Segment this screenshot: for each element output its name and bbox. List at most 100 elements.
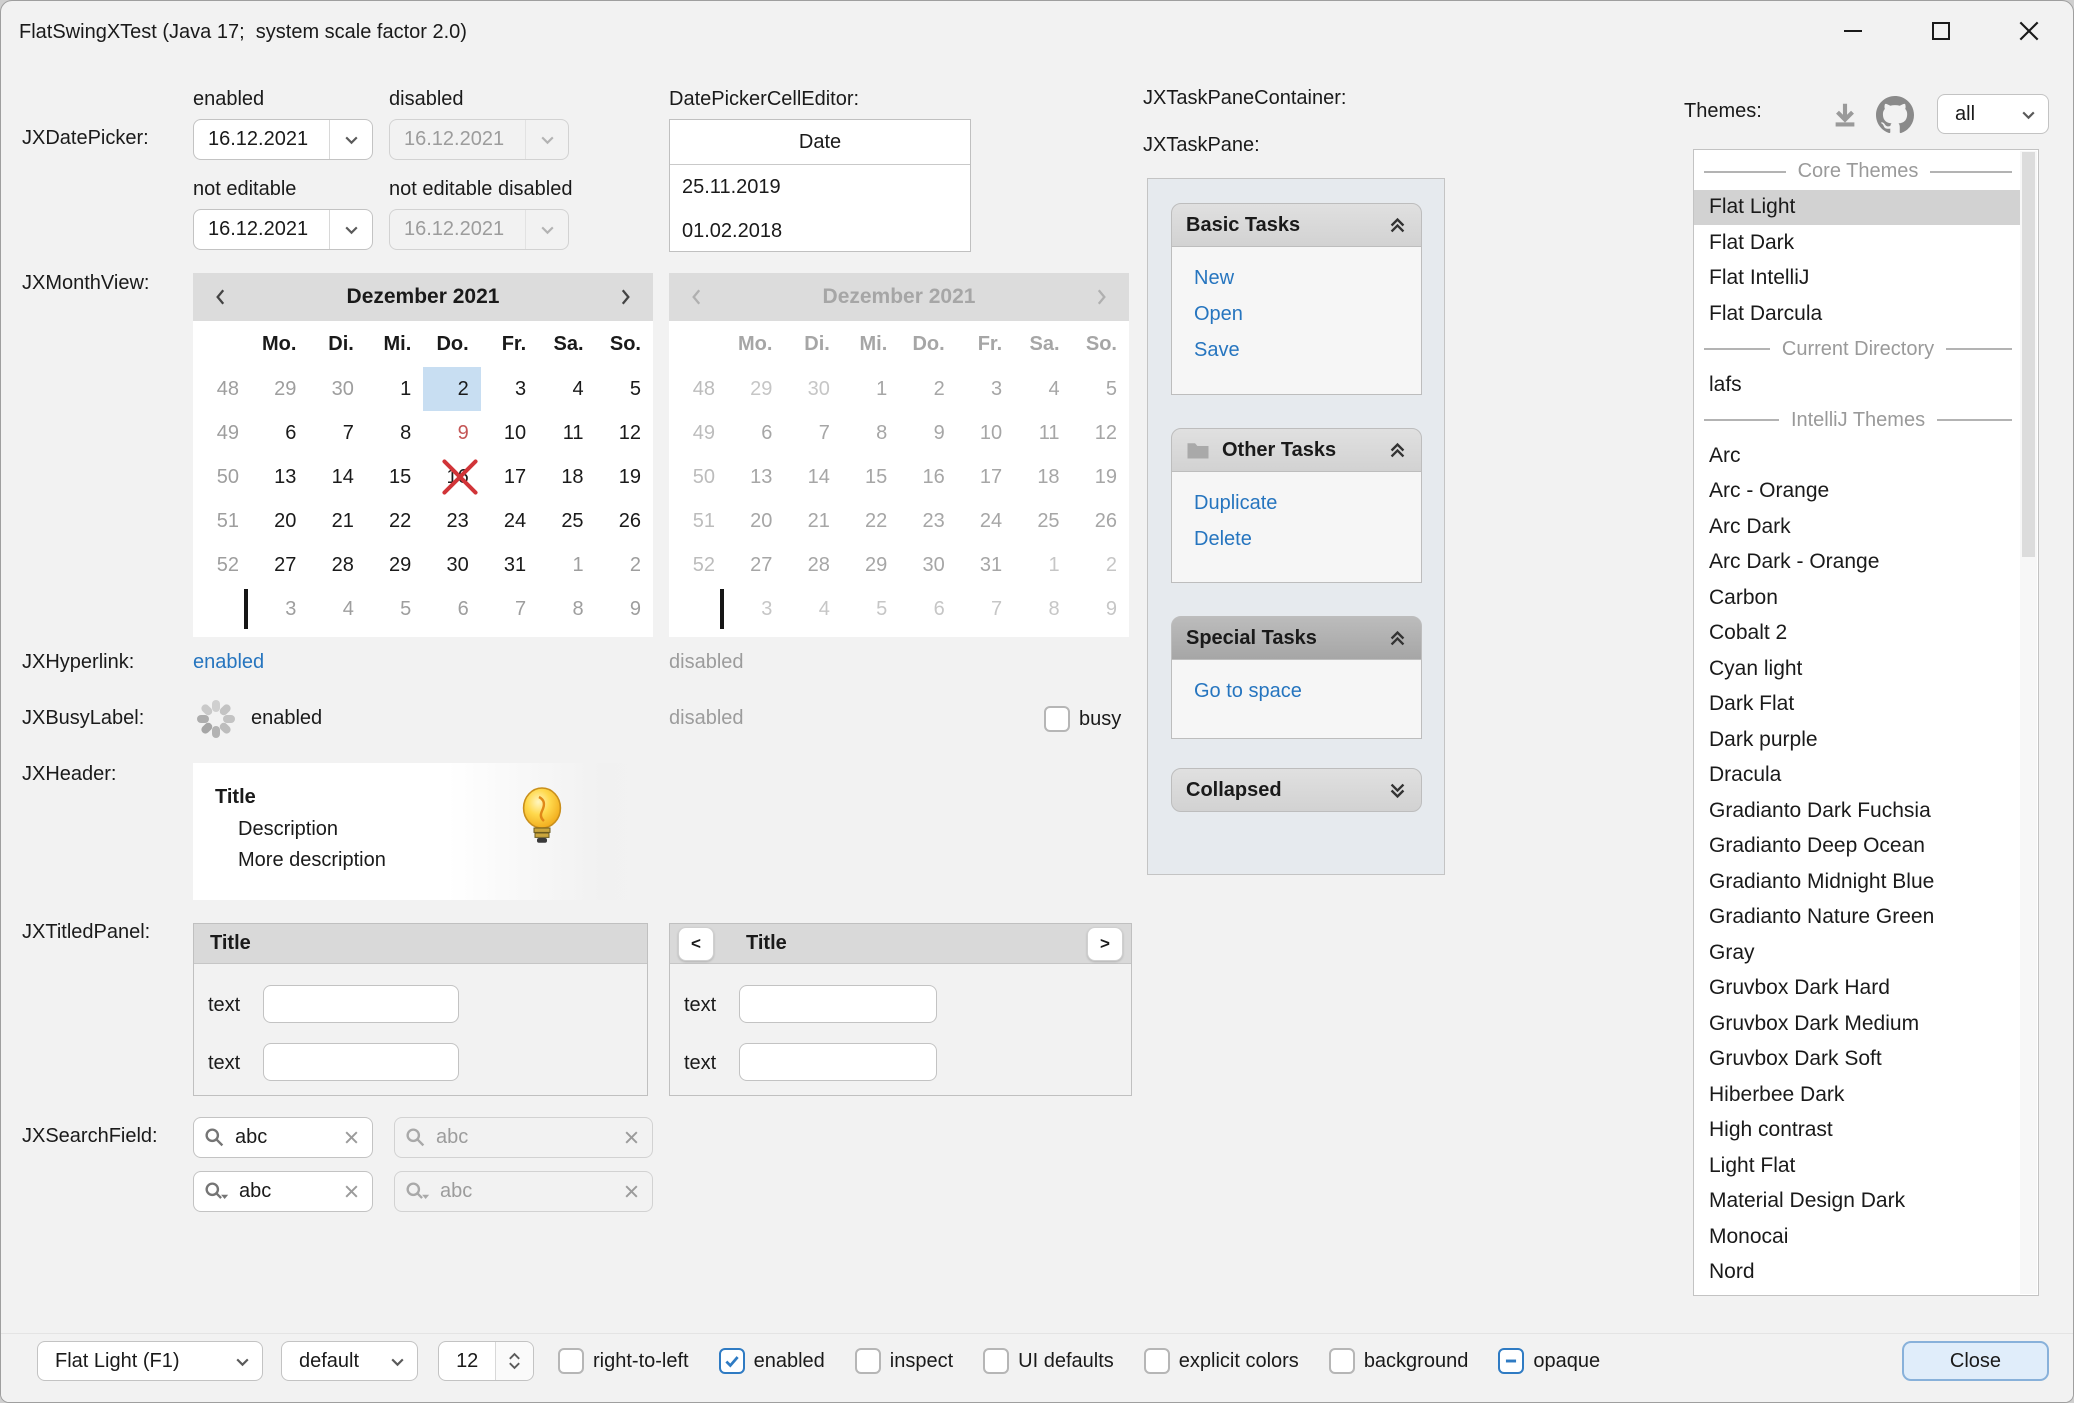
theme-item-gruvbox-dark-soft[interactable]: Gruvbox Dark Soft	[1694, 1042, 2022, 1078]
table-row[interactable]: 25.11.2019	[670, 165, 970, 209]
day-cell[interactable]: 26	[596, 499, 653, 543]
day-cell[interactable]: 5	[596, 367, 653, 411]
unchecked-checkbox[interactable]	[1329, 1348, 1355, 1374]
day-cell[interactable]: 1	[538, 543, 595, 587]
theme-item-arc-dark-orange[interactable]: Arc Dark - Orange	[1694, 545, 2022, 581]
theme-item-light-flat[interactable]: Light Flat	[1694, 1148, 2022, 1184]
theme-item-gradianto-deep-ocean[interactable]: Gradianto Deep Ocean	[1694, 829, 2022, 865]
day-cell[interactable]: 16	[423, 455, 480, 499]
indeterminate-checkbox[interactable]	[1498, 1348, 1524, 1374]
date-table-header[interactable]: Date	[670, 120, 970, 165]
day-cell[interactable]: 14	[308, 455, 365, 499]
day-cell[interactable]: 18	[538, 455, 595, 499]
theme-item-flat-darcula[interactable]: Flat Darcula	[1694, 296, 2022, 332]
checkbox-explicit-colors[interactable]: explicit colors	[1144, 1348, 1299, 1374]
day-cell[interactable]: 8	[538, 587, 595, 631]
taskpane-header-collapsed[interactable]: Collapsed	[1171, 768, 1422, 812]
theme-item-gruvbox-dark-hard[interactable]: Gruvbox Dark Hard	[1694, 971, 2022, 1007]
datepicker-enabled[interactable]: 16.12.2021	[193, 119, 373, 160]
day-cell[interactable]: 7	[308, 411, 365, 455]
chevron-down-icon[interactable]	[329, 120, 372, 159]
day-cell[interactable]: 9	[596, 587, 653, 631]
text-input[interactable]	[739, 1043, 937, 1081]
scrollbar[interactable]	[2020, 151, 2037, 1294]
taskpane-header-other-tasks[interactable]: Other Tasks	[1171, 428, 1422, 472]
day-cell[interactable]: 2	[423, 367, 480, 411]
day-cell[interactable]: 30	[423, 543, 480, 587]
task-link-new[interactable]: New	[1194, 267, 1421, 303]
maximize-button[interactable]	[1912, 9, 1970, 53]
theme-item-high-contrast[interactable]: High contrast	[1694, 1113, 2022, 1149]
day-cell[interactable]: 13	[251, 455, 308, 499]
day-cell[interactable]: 6	[251, 411, 308, 455]
download-icon[interactable]	[1825, 95, 1865, 135]
day-cell[interactable]: 2	[596, 543, 653, 587]
day-cell[interactable]: 24	[481, 499, 538, 543]
day-cell[interactable]: 7	[481, 587, 538, 631]
searchfield-enabled[interactable]: abc	[193, 1117, 373, 1158]
theme-item-arc-orange[interactable]: Arc - Orange	[1694, 474, 2022, 510]
day-cell[interactable]: 4	[538, 367, 595, 411]
day-cell[interactable]: 20	[251, 499, 308, 543]
day-cell[interactable]: 3	[481, 367, 538, 411]
theme-item-arc[interactable]: Arc	[1694, 438, 2022, 474]
task-link-save[interactable]: Save	[1194, 339, 1421, 375]
day-cell[interactable]: 11	[538, 411, 595, 455]
theme-item-cobalt-2[interactable]: Cobalt 2	[1694, 616, 2022, 652]
theme-item-flat-light[interactable]: Flat Light	[1694, 190, 2022, 226]
checkbox-busy[interactable]: busy	[1044, 706, 1121, 732]
datepicker-value[interactable]: 16.12.2021	[194, 218, 329, 241]
day-cell[interactable]: 30	[308, 367, 365, 411]
scrollbar-thumb[interactable]	[2022, 152, 2035, 557]
github-icon[interactable]	[1873, 93, 1917, 137]
font-size-spinner[interactable]: 12	[438, 1341, 534, 1381]
task-link-go-to-space[interactable]: Go to space	[1194, 680, 1421, 716]
chevron-down-icon[interactable]	[329, 210, 372, 249]
checked-checkbox[interactable]	[719, 1348, 745, 1374]
day-cell[interactable]: 1	[366, 367, 423, 411]
day-cell[interactable]: 17	[481, 455, 538, 499]
spinner-value[interactable]: 12	[439, 1342, 495, 1380]
table-row[interactable]: 01.02.2018	[670, 209, 970, 253]
theme-item-dracula[interactable]: Dracula	[1694, 758, 2022, 794]
day-cell[interactable]: 22	[366, 499, 423, 543]
day-cell[interactable]: 8	[366, 411, 423, 455]
checkbox-right-to-left[interactable]: right-to-left	[558, 1348, 689, 1374]
day-cell[interactable]: 10	[481, 411, 538, 455]
day-cell[interactable]: 31	[481, 543, 538, 587]
theme-item-carbon[interactable]: Carbon	[1694, 580, 2022, 616]
checkbox-inspect[interactable]: inspect	[855, 1348, 953, 1374]
theme-item-monocai[interactable]: Monocai	[1694, 1219, 2022, 1255]
theme-item-flat-intellij[interactable]: Flat IntelliJ	[1694, 261, 2022, 297]
titledpanel-next-button[interactable]: >	[1087, 927, 1123, 961]
search-icon[interactable]	[204, 1127, 225, 1148]
task-link-delete[interactable]: Delete	[1194, 528, 1421, 564]
text-input[interactable]	[739, 985, 937, 1023]
day-cell[interactable]: 6	[423, 587, 480, 631]
text-input[interactable]	[263, 1043, 459, 1081]
theme-item-hiberbee-dark[interactable]: Hiberbee Dark	[1694, 1077, 2022, 1113]
unchecked-checkbox[interactable]	[1044, 706, 1070, 732]
datepicker-value[interactable]: 16.12.2021	[194, 128, 329, 151]
datepicker-not-editable[interactable]: 16.12.2021	[193, 209, 373, 250]
theme-item-gray[interactable]: Gray	[1694, 935, 2022, 971]
day-cell[interactable]: 19	[596, 455, 653, 499]
theme-item-nord[interactable]: Nord	[1694, 1255, 2022, 1291]
day-cell[interactable]: 12	[596, 411, 653, 455]
day-cell[interactable]: 3	[251, 587, 308, 631]
day-cell[interactable]: 5	[366, 587, 423, 631]
theme-item-gradianto-dark-fuchsia[interactable]: Gradianto Dark Fuchsia	[1694, 793, 2022, 829]
day-cell[interactable]: 9	[423, 411, 480, 455]
searchfield-with-menu-enabled[interactable]: abc	[193, 1171, 373, 1212]
next-month-button[interactable]	[597, 273, 653, 321]
theme-item-dark-purple[interactable]: Dark purple	[1694, 722, 2022, 758]
day-cell[interactable]: 15	[366, 455, 423, 499]
theme-item-cyan-light[interactable]: Cyan light	[1694, 651, 2022, 687]
theme-item-material-design-dark[interactable]: Material Design Dark	[1694, 1184, 2022, 1220]
search-menu-icon[interactable]	[204, 1181, 229, 1202]
prev-month-button[interactable]	[193, 273, 249, 321]
task-link-duplicate[interactable]: Duplicate	[1194, 492, 1421, 528]
spinner-buttons[interactable]	[495, 1342, 533, 1380]
taskpane-header-basic-tasks[interactable]: Basic Tasks	[1171, 203, 1422, 247]
unchecked-checkbox[interactable]	[1144, 1348, 1170, 1374]
